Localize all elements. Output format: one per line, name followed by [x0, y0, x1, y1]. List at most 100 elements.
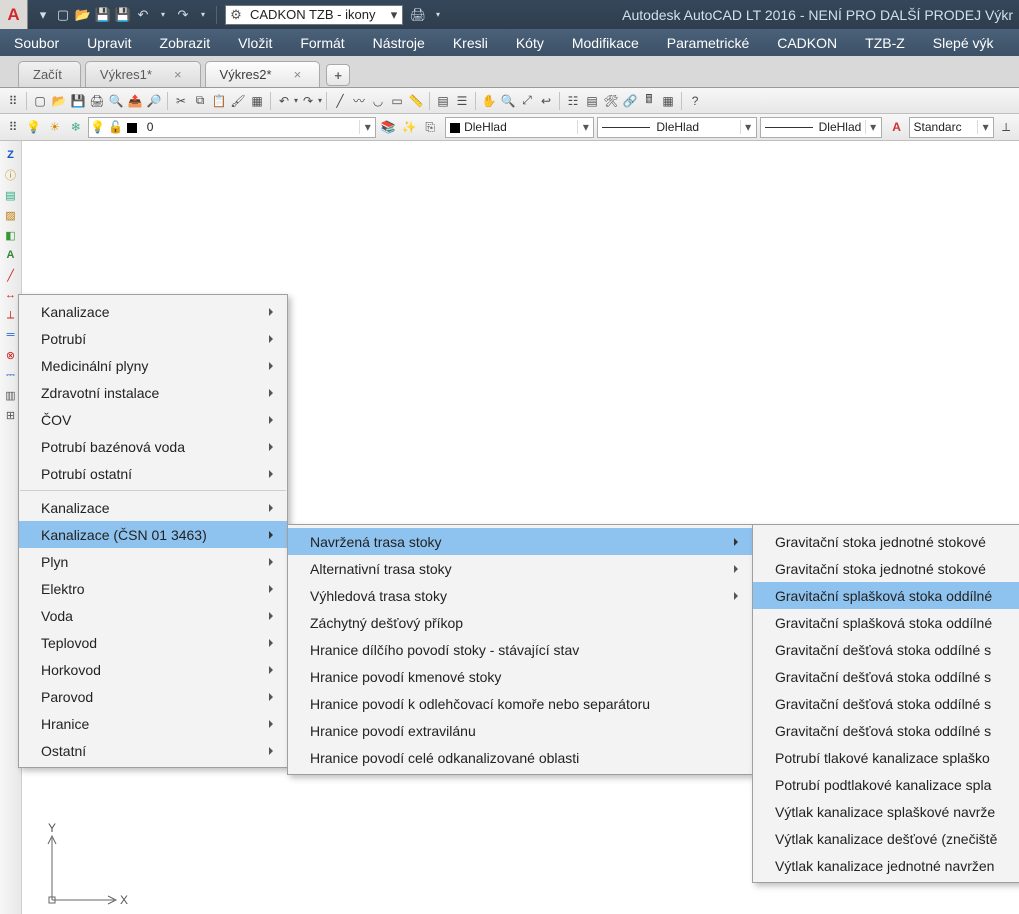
menu-item[interactable]: Potrubí tlakové kanalizace splaško — [753, 744, 1019, 771]
tool-icon[interactable]: 🛠 — [602, 92, 620, 110]
print-icon[interactable]: 🖨 — [409, 6, 427, 24]
tool-block[interactable]: ◧ — [2, 226, 20, 244]
close-icon[interactable]: × — [174, 67, 182, 82]
plot-icon[interactable]: 🖨 — [88, 92, 106, 110]
textstyle-icon[interactable]: A — [888, 118, 906, 136]
tool-line[interactable]: ╱ — [2, 266, 20, 284]
handle-icon[interactable]: ⠿ — [4, 92, 22, 110]
menu-item[interactable]: Potrubí bazénová voda — [19, 433, 287, 460]
arc-icon[interactable]: ◡ — [369, 92, 387, 110]
match-icon[interactable]: 🖌 — [229, 92, 247, 110]
redo-icon[interactable]: ↷ — [299, 92, 317, 110]
menu-zobrazit[interactable]: Zobrazit — [146, 29, 225, 56]
block-icon[interactable]: ▦ — [248, 92, 266, 110]
menu-nástroje[interactable]: Nástroje — [359, 29, 439, 56]
undo-icon[interactable]: ↶ — [134, 6, 152, 24]
menu-item[interactable]: Kanalizace (ČSN 01 3463) — [19, 521, 287, 548]
menu-tzb-z[interactable]: TZB-Z — [851, 29, 919, 56]
menu-item[interactable]: Plyn — [19, 548, 287, 575]
undo-dd-icon[interactable]: ▾ — [154, 6, 172, 24]
linetype-combo[interactable]: DleHlad ▾ — [597, 117, 756, 138]
menu-item[interactable]: Gravitační dešťová stoka oddílné s — [753, 690, 1019, 717]
copy-icon[interactable]: ⧉ — [191, 92, 209, 110]
save-icon[interactable]: 💾 — [94, 6, 112, 24]
app-logo[interactable]: A — [0, 0, 28, 29]
menu-kresli[interactable]: Kresli — [439, 29, 502, 56]
menu-item[interactable]: Hranice — [19, 710, 287, 737]
menu-formát[interactable]: Formát — [286, 29, 358, 56]
help-icon[interactable]: ? — [686, 92, 704, 110]
menu-item[interactable]: Hranice povodí kmenové stoky — [288, 663, 752, 690]
tool-text[interactable]: A — [2, 246, 20, 264]
new-icon[interactable]: ▢ — [54, 6, 72, 24]
menu-item[interactable]: Gravitační stoka jednotné stokové — [753, 528, 1019, 555]
tool-el[interactable]: ⎓ — [2, 366, 20, 384]
menu-item[interactable]: Gravitační dešťová stoka oddílné s — [753, 636, 1019, 663]
paste-icon[interactable]: 📋 — [210, 92, 228, 110]
menu-item[interactable]: Teplovod — [19, 629, 287, 656]
menu-item[interactable]: Záchytný dešťový příkop — [288, 609, 752, 636]
xref-icon[interactable]: 🔗 — [621, 92, 639, 110]
menu-item[interactable]: Gravitační dešťová stoka oddílné s — [753, 717, 1019, 744]
tool-layer[interactable]: ▤ — [2, 186, 20, 204]
menu-item[interactable]: Výtlak kanalizace dešťové (znečiště — [753, 825, 1019, 852]
tool-dim[interactable]: ↔ — [2, 286, 20, 304]
freeze-icon[interactable]: ❄ — [67, 118, 85, 136]
menu-item[interactable]: Kanalizace — [19, 494, 287, 521]
tool-hatch[interactable]: ▨ — [2, 206, 20, 224]
menu-item[interactable]: Hranice povodí celé odkanalizované oblas… — [288, 744, 752, 771]
tool-sym[interactable]: ⟂ — [2, 306, 20, 324]
close-icon[interactable]: × — [294, 67, 302, 82]
menu-item[interactable]: Ostatní — [19, 737, 287, 764]
file-tab[interactable]: Výkres1*× — [85, 61, 201, 87]
menu-item[interactable]: Hranice dílčího povodí stoky - stávající… — [288, 636, 752, 663]
new-icon[interactable]: ▢ — [31, 92, 49, 110]
rect-icon[interactable]: ▭ — [388, 92, 406, 110]
file-tab[interactable]: Začít — [18, 61, 81, 87]
menu-item[interactable]: Alternativní trasa stoky — [288, 555, 752, 582]
find-icon[interactable]: 🔎 — [145, 92, 163, 110]
menu-item[interactable]: Gravitační splašková stoka oddílné — [753, 582, 1019, 609]
menu-upravit[interactable]: Upravit — [73, 29, 145, 56]
menu-kóty[interactable]: Kóty — [502, 29, 558, 56]
zoomw-icon[interactable]: ⤢ — [518, 92, 536, 110]
sun-icon[interactable]: ☀ — [46, 118, 64, 136]
menu-parametrické[interactable]: Parametrické — [653, 29, 763, 56]
menu-soubor[interactable]: Soubor — [0, 29, 73, 56]
measure-icon[interactable]: 📏 — [407, 92, 425, 110]
layer-combo[interactable]: 💡 🔓 0 ▾ — [88, 117, 377, 138]
menu-item[interactable]: Výtlak kanalizace splaškové navrže — [753, 798, 1019, 825]
add-tab-button[interactable]: + — [326, 64, 350, 86]
textstyle-combo[interactable]: Standarc ▾ — [909, 117, 995, 138]
redo-dd-icon[interactable]: ▾ — [194, 6, 212, 24]
lineweight-combo[interactable]: DleHlad ▾ — [760, 117, 882, 138]
menu-item[interactable]: Potrubí ostatní — [19, 460, 287, 487]
menu-item[interactable]: ČOV — [19, 406, 287, 433]
menu-item[interactable]: Výtlak kanalizace jednotné navržen — [753, 852, 1019, 879]
menu-modifikace[interactable]: Modifikace — [558, 29, 653, 56]
open-icon[interactable]: 📂 — [74, 6, 92, 24]
saveas-icon[interactable]: 💾 — [114, 6, 132, 24]
menu-item[interactable]: Horkovod — [19, 656, 287, 683]
menu-item[interactable]: Potrubí podtlakové kanalizace spla — [753, 771, 1019, 798]
publish-icon[interactable]: 📤 — [126, 92, 144, 110]
layeriso-icon[interactable]: ✨ — [400, 118, 418, 136]
menu-item[interactable]: Hranice povodí extravilánu — [288, 717, 752, 744]
zoomp-icon[interactable]: ↩ — [537, 92, 555, 110]
line-icon[interactable]: ╱ — [331, 92, 349, 110]
pline-icon[interactable]: 〰 — [350, 92, 368, 110]
tool-grid[interactable]: ⊞ — [2, 406, 20, 424]
cut-icon[interactable]: ✂ — [172, 92, 190, 110]
layermore-icon[interactable]: ⎘ — [421, 118, 439, 136]
prop-icon[interactable]: ☷ — [564, 92, 582, 110]
layerstate-icon[interactable]: 💡 — [25, 118, 43, 136]
menu-slepé výk[interactable]: Slepé výk — [919, 29, 1008, 56]
preview-icon[interactable]: 🔍 — [107, 92, 125, 110]
calc-icon[interactable]: 🖩 — [640, 92, 658, 110]
menu-item[interactable]: Parovod — [19, 683, 287, 710]
menu-item[interactable]: Gravitační stoka jednotné stokové — [753, 555, 1019, 582]
menu-item[interactable]: Medicinální plyny — [19, 352, 287, 379]
qat-dropdown-icon[interactable]: ▾ — [34, 6, 52, 24]
tool-table[interactable]: ▥ — [2, 386, 20, 404]
menu-item[interactable]: Voda — [19, 602, 287, 629]
